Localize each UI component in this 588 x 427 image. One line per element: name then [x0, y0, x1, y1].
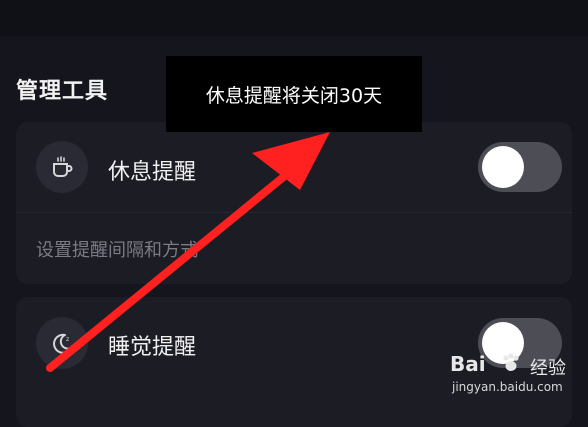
watermark-brand: Bai [450, 352, 486, 376]
baidu-watermark: Bai 经验 jingyan.baidu.com [448, 352, 582, 402]
watermark-url: jingyan.baidu.com [452, 380, 563, 394]
paw-icon [503, 353, 519, 371]
watermark-name: 经验 [530, 358, 566, 379]
toast-message: 休息提醒将关闭30天 [166, 56, 422, 132]
